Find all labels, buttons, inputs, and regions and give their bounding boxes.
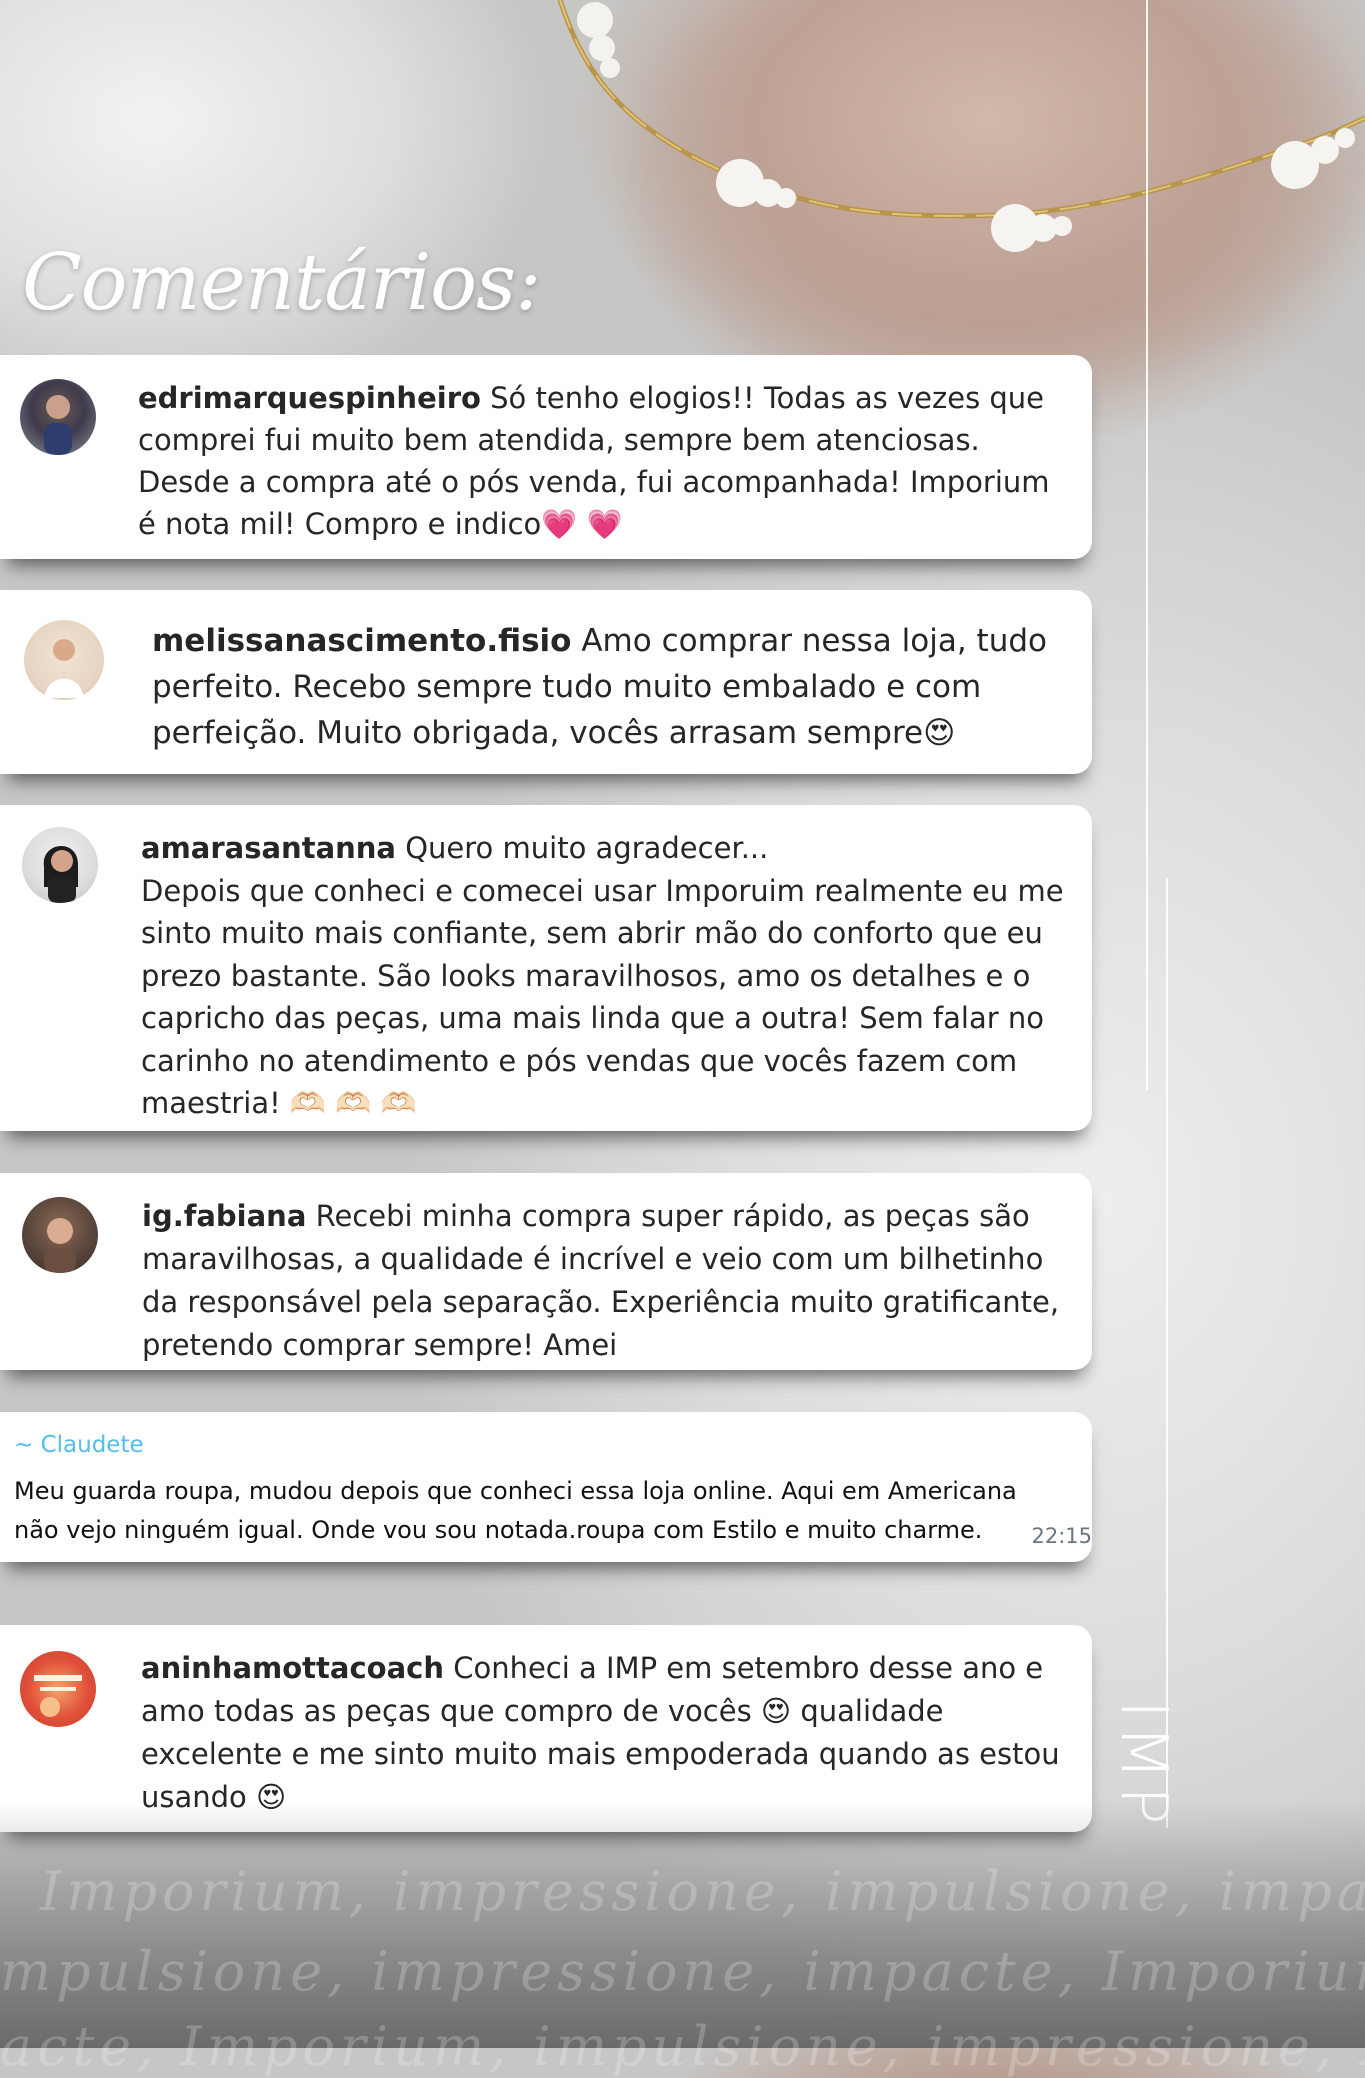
- watermark-text: acte, Imporium, impulsione, impressione,…: [0, 2015, 1365, 2078]
- comment-text: melissanascimento.fisio Amo comprar ness…: [152, 618, 1052, 756]
- comment-username[interactable]: amarasantanna: [141, 831, 396, 865]
- comment-username[interactable]: ig.fabiana: [142, 1199, 306, 1233]
- message-timestamp: 22:15: [1031, 1524, 1092, 1548]
- message-text: Meu guarda roupa, mudou depois que conhe…: [14, 1477, 1017, 1544]
- comment-card: amarasantanna Quero muito agradecer... D…: [0, 805, 1092, 1131]
- comment-body-continued: Depois que conheci e comecei usar Imporu…: [141, 873, 1064, 1121]
- comment-card: ig.fabiana Recebi minha compra super ráp…: [0, 1173, 1092, 1370]
- watermark-text: mpulsione, impressione, impacte, Imporiu…: [0, 1940, 1365, 2003]
- avatar: [22, 1197, 98, 1273]
- comment-username[interactable]: aninhamottacoach: [141, 1651, 444, 1685]
- page-title: Comentários:: [22, 238, 541, 328]
- avatar: [22, 827, 98, 903]
- pearl-necklace-image: [557, 0, 1365, 252]
- avatar: [20, 379, 96, 455]
- comment-text: amarasantanna Quero muito agradecer... D…: [141, 827, 1076, 1125]
- comment-username[interactable]: melissanascimento.fisio: [152, 623, 571, 659]
- comment-body: Quero muito agradecer...: [396, 831, 769, 865]
- decorative-line: [1166, 878, 1168, 1828]
- decorative-line: [1146, 0, 1148, 1090]
- watermark-text: Imporium, impressione, impulsione, impac…: [40, 1860, 1365, 1923]
- whatsapp-message-card: ~ Claudete Meu guarda roupa, mudou depoi…: [0, 1412, 1092, 1562]
- comment-text: ig.fabiana Recebi minha compra super ráp…: [142, 1195, 1062, 1367]
- comment-username[interactable]: edrimarquespinheiro: [138, 381, 481, 415]
- comment-card: edrimarquespinheiro Só tenho elogios!! T…: [0, 355, 1092, 559]
- avatar: [24, 620, 104, 700]
- comment-card: melissanascimento.fisio Amo comprar ness…: [0, 590, 1092, 774]
- message-sender: ~ Claudete: [14, 1432, 144, 1458]
- comment-text: aninhamottacoach Conheci a IMP em setemb…: [141, 1647, 1081, 1819]
- bottom-shade: [0, 1800, 1365, 2048]
- avatar: [20, 1651, 96, 1727]
- comment-text: edrimarquespinheiro Só tenho elogios!! T…: [138, 377, 1058, 545]
